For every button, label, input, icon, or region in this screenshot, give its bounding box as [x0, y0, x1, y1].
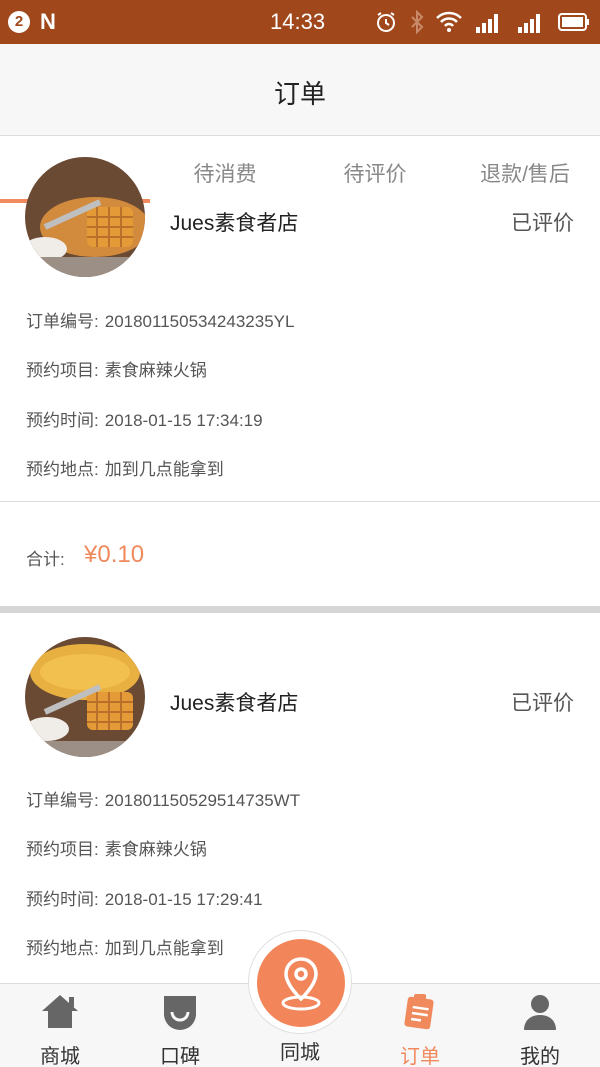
booking-item-value: 素食麻辣火锅: [104, 840, 207, 859]
booking-time-row: 预约时间: 2018-01-15 17:29:41: [26, 885, 263, 910]
order-card[interactable]: Jues素食者店 已评价 订单编号: 20180115053424323​5YL …: [0, 157, 600, 607]
same-city-button-inner: [257, 939, 345, 1027]
same-city-button[interactable]: [248, 930, 352, 1034]
status-bar: 2 N 14:33: [0, 0, 600, 44]
home-icon: [42, 995, 78, 1028]
booking-time-label: 预约时间:: [26, 411, 99, 430]
tab-pending-review[interactable]: 待评价: [300, 137, 450, 203]
signal-2-icon: [476, 14, 498, 33]
booking-time-value: 2018-01-15 17:34:19: [104, 411, 263, 430]
booking-location-row: 预约地点: 加到几点能拿到: [26, 934, 224, 959]
tab-pending-consumption[interactable]: 待消费: [150, 137, 300, 203]
n-app-icon: N: [40, 9, 56, 34]
nav-label-mall: 商城: [40, 1046, 80, 1067]
page-title: 订单: [273, 79, 326, 109]
booking-time-value: 2018-01-15 17:29:41: [104, 890, 263, 909]
booking-location-row: 预约地点: 加到几点能拿到: [26, 455, 224, 480]
shop-name: Jues素食者店: [170, 212, 299, 235]
nav-label-mine: 我的: [520, 1046, 560, 1067]
notification-count-badge: 2: [8, 11, 30, 33]
order-icon: [404, 994, 434, 1030]
total-value: ¥0.10: [84, 541, 145, 568]
booking-item-label: 预约项目:: [26, 361, 99, 380]
bluetooth-icon: [411, 10, 424, 34]
booking-location-label: 预约地点:: [26, 460, 99, 479]
order-status: 已评价: [511, 212, 574, 235]
shop-avatar: [25, 637, 145, 757]
location-pin-icon: [281, 957, 321, 1011]
status-time: 14:33: [270, 9, 326, 34]
divider: [0, 501, 600, 502]
wifi-icon: [436, 11, 462, 32]
battery-icon: [558, 13, 589, 31]
page-header: 订单: [0, 44, 600, 136]
smile-icon: [164, 996, 196, 1030]
booking-time-label: 预约时间:: [26, 890, 99, 909]
shop-avatar: [25, 157, 145, 277]
signal-1-icon: [518, 14, 540, 33]
booking-item-row: 预约项目: 素食麻辣火锅: [26, 835, 207, 860]
order-card[interactable]: Jues素食者店 已评价 订单编号: 20180115052951473​5WT …: [0, 613, 600, 983]
booking-location-label: 预约地点:: [26, 939, 99, 958]
order-status: 已评价: [511, 692, 574, 715]
booking-location-value: 加到几点能拿到: [104, 460, 224, 479]
booking-time-row: 预约时间: 2018-01-15 17:34:19: [26, 406, 263, 431]
tab-refund-aftersale[interactable]: 退款/售后: [450, 137, 600, 203]
user-icon: [524, 995, 556, 1030]
alarm-icon: [377, 12, 395, 32]
nav-label-reputation: 口碑: [160, 1046, 200, 1067]
nav-label-same-city: 同城: [280, 1042, 320, 1064]
booking-item-label: 预约项目:: [26, 840, 99, 859]
order-number-value: 20180115052951473​5WT: [104, 791, 301, 810]
section-gap: [0, 606, 600, 613]
total-label: 合计:: [26, 550, 65, 569]
booking-item-value: 素食麻辣火锅: [104, 361, 207, 380]
nav-label-orders: 订单: [400, 1046, 440, 1067]
order-number-row: 订单编号: 20180115052951473​5WT: [26, 786, 300, 811]
booking-item-row: 预约项目: 素食麻辣火锅: [26, 356, 207, 381]
order-number-value: 20180115053424323​5YL: [104, 312, 295, 331]
shop-name: Jues素食者店: [170, 692, 299, 715]
order-number-label: 订单编号:: [26, 312, 99, 331]
order-number-label: 订单编号:: [26, 791, 99, 810]
order-number-row: 订单编号: 20180115053424323​5YL: [26, 307, 294, 332]
booking-location-value: 加到几点能拿到: [104, 939, 224, 958]
